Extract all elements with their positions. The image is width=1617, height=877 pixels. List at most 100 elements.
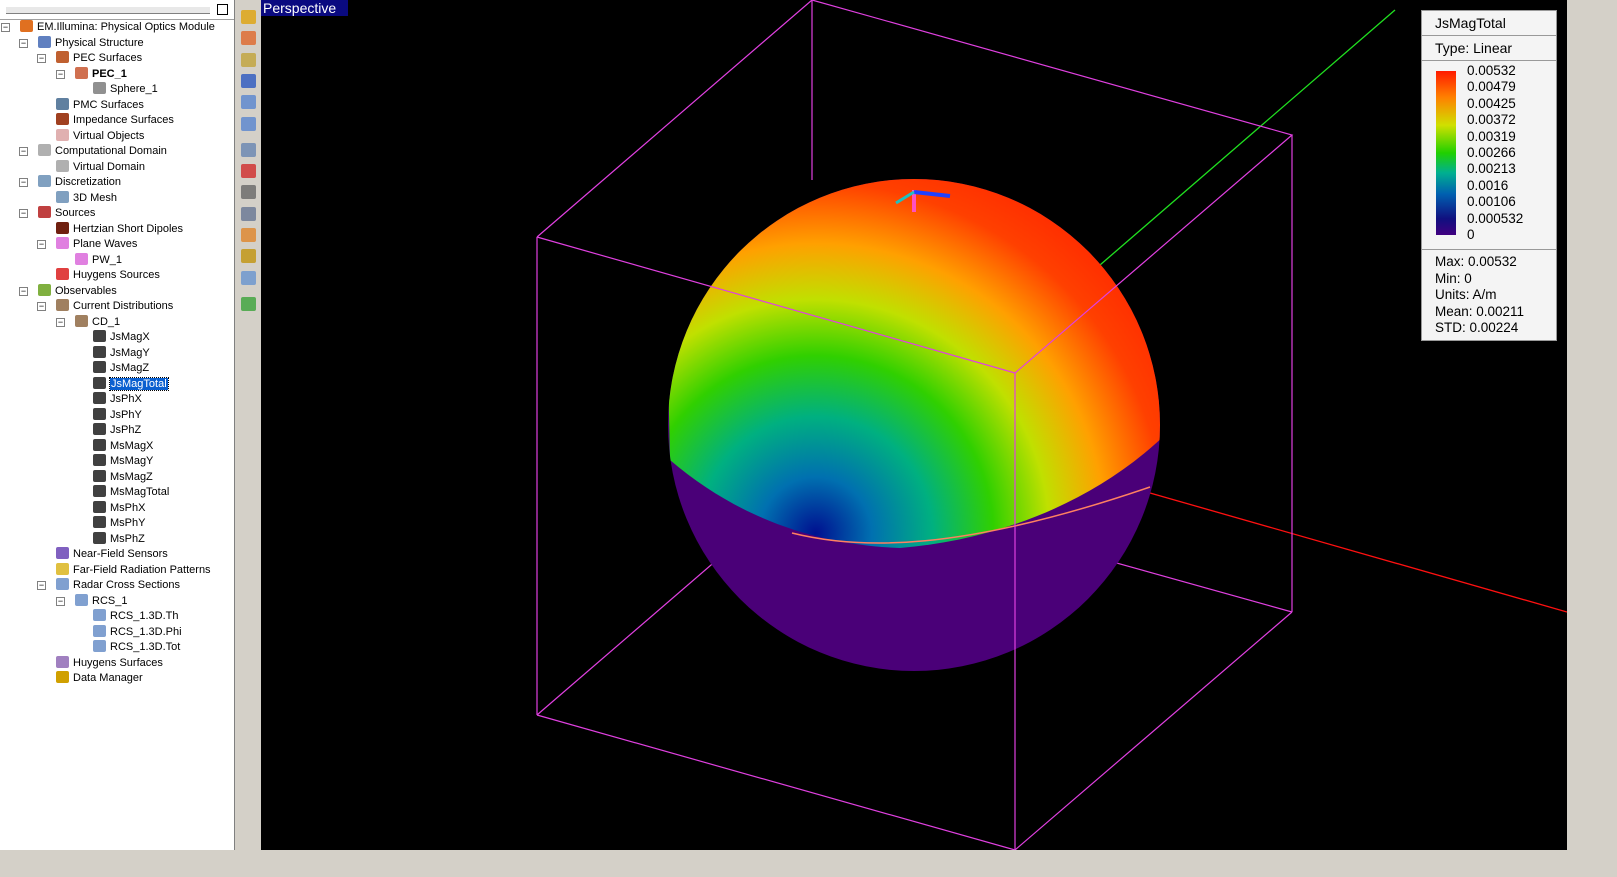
tree-item-label: MsPhZ xyxy=(110,532,145,545)
collapse-icon[interactable]: − xyxy=(19,178,28,187)
tree-item[interactable]: RCS_1.3D.Tot xyxy=(93,640,180,655)
view-mode-label: Perspective xyxy=(261,0,349,16)
tree-item[interactable]: − Physical Structure xyxy=(19,35,144,51)
plot-icon[interactable] xyxy=(241,249,256,264)
box-icon[interactable] xyxy=(241,73,256,88)
collapse-icon[interactable]: − xyxy=(56,317,65,327)
tree-item[interactable]: MsMagZ xyxy=(93,469,153,485)
save-icon[interactable] xyxy=(241,270,256,285)
tree-node-icon xyxy=(93,624,106,637)
tree-item[interactable]: − RCS_1 xyxy=(56,593,128,609)
check-icon[interactable] xyxy=(241,228,256,242)
x2-icon[interactable] xyxy=(241,185,256,200)
tree-item[interactable]: JsMagZ xyxy=(93,361,149,376)
tree-item[interactable]: JsMagY xyxy=(93,345,150,361)
legend-units: Units: A/m xyxy=(1435,287,1497,302)
tree-item[interactable]: − PEC Surfaces xyxy=(37,51,142,66)
collapse-icon[interactable]: − xyxy=(19,147,28,156)
tree-item[interactable]: PMC Surfaces xyxy=(56,97,144,113)
panel-grip[interactable] xyxy=(6,6,210,14)
tree-item[interactable]: Virtual Objects xyxy=(56,128,144,144)
tree-node-icon xyxy=(56,113,69,125)
collapse-icon[interactable]: − xyxy=(56,69,65,79)
tree-item[interactable]: − PEC_1 xyxy=(56,66,127,82)
tree-item[interactable]: Sphere_1 xyxy=(93,82,158,97)
tree-item[interactable]: 3D Mesh xyxy=(56,190,117,206)
collapse-icon[interactable]: − xyxy=(37,54,46,63)
tree-item-label: JsPhZ xyxy=(110,424,142,436)
fx-icon[interactable] xyxy=(241,142,256,157)
tree-item[interactable]: Near-Field Sensors xyxy=(56,547,168,562)
tree-item[interactable]: − EM.Illumina: Physical Optics Module xyxy=(1,20,215,35)
tree-item[interactable]: − Current Distributions xyxy=(37,299,173,314)
tree-item-label: RCS_1 xyxy=(92,594,128,607)
tree-item[interactable]: − CD_1 xyxy=(56,314,120,330)
collapse-icon[interactable]: − xyxy=(1,23,10,32)
3d-viewport[interactable] xyxy=(261,0,1568,851)
tree-node-icon xyxy=(93,454,106,466)
collapse-icon[interactable]: − xyxy=(37,302,46,311)
tree-item[interactable]: MsMagX xyxy=(93,438,153,454)
tree-item[interactable]: JsPhZ xyxy=(93,423,141,438)
legend-min: Min: 0 xyxy=(1435,270,1472,286)
collapse-icon[interactable]: − xyxy=(37,240,46,249)
legend-level: 0.00532 xyxy=(1467,63,1516,78)
grid-icon[interactable] xyxy=(241,95,256,110)
tree-node-icon xyxy=(93,531,106,544)
tree-item[interactable]: − Radar Cross Sections xyxy=(37,578,180,593)
tree-item-label: Plane Waves xyxy=(73,238,138,250)
tree-item[interactable]: − Computational Domain xyxy=(19,144,167,159)
tree-item[interactable]: MsPhY xyxy=(93,516,145,531)
tree-node-icon xyxy=(56,190,69,203)
tree-item[interactable]: MsPhX xyxy=(93,500,145,516)
tree-item[interactable]: RCS_1.3D.Phi xyxy=(93,624,182,640)
tree-item[interactable]: RCS_1.3D.Th xyxy=(93,609,178,624)
tree-item[interactable]: Virtual Domain xyxy=(56,159,145,175)
calc-icon[interactable] xyxy=(241,52,256,67)
tree-item[interactable]: JsPhX xyxy=(93,392,142,407)
tree-item-label: JsMagTotal xyxy=(109,376,169,391)
tree-item[interactable]: JsMagTotal xyxy=(93,376,169,392)
panel-pin-button[interactable] xyxy=(217,4,228,15)
tree-node-icon xyxy=(93,640,106,652)
collapse-icon[interactable]: − xyxy=(56,596,65,606)
legend-level: 0 xyxy=(1467,227,1475,242)
tree-item[interactable]: PW_1 xyxy=(75,252,122,268)
tree-item[interactable]: Huygens Sources xyxy=(56,268,160,283)
tree-item[interactable]: JsMagX xyxy=(93,330,150,345)
tree-item[interactable]: Data Manager xyxy=(56,671,143,686)
tree-node-icon xyxy=(38,144,51,156)
tree-item[interactable]: − Plane Waves xyxy=(37,237,138,252)
collapse-icon[interactable]: − xyxy=(19,286,28,296)
collapse-icon[interactable]: − xyxy=(19,209,28,218)
tree-node-icon xyxy=(20,20,33,32)
star-icon[interactable] xyxy=(241,296,256,311)
probe-icon[interactable] xyxy=(241,31,256,46)
tree-item-label: MsMagTotal xyxy=(110,486,170,498)
ruler-icon[interactable] xyxy=(241,10,256,24)
tree-item[interactable]: Hertzian Short Dipoles xyxy=(56,221,183,237)
tree-node-icon xyxy=(93,500,106,513)
tree-item[interactable]: MsPhZ xyxy=(93,531,145,547)
tree-item[interactable]: − Sources xyxy=(19,206,95,221)
tree-item[interactable]: − Discretization xyxy=(19,175,121,190)
tree-item[interactable]: Impedance Surfaces xyxy=(56,113,174,128)
collapse-icon[interactable]: − xyxy=(37,581,46,590)
tree-node-icon xyxy=(75,66,88,79)
tree-item[interactable]: MsMagY xyxy=(93,454,153,469)
report-icon[interactable] xyxy=(241,206,256,221)
tree-item[interactable]: Huygens Surfaces xyxy=(56,655,163,671)
tree-item-label: Data Manager xyxy=(73,672,143,684)
tree-item-label: Observables xyxy=(55,284,117,297)
collapse-icon[interactable]: − xyxy=(19,38,28,48)
3d-scene xyxy=(536,0,1568,851)
excel-icon[interactable] xyxy=(241,164,256,179)
tree-node-icon xyxy=(75,593,88,606)
grid2-icon[interactable] xyxy=(241,116,256,131)
tree-item[interactable]: MsMagTotal xyxy=(93,485,169,500)
legend-max: Max: 0.00532 xyxy=(1435,254,1517,269)
tree-item[interactable]: − Observables xyxy=(19,283,117,299)
tree-item-label: JsPhX xyxy=(110,393,142,405)
tree-item[interactable]: Far-Field Radiation Patterns xyxy=(56,562,211,578)
tree-item[interactable]: JsPhY xyxy=(93,407,142,423)
